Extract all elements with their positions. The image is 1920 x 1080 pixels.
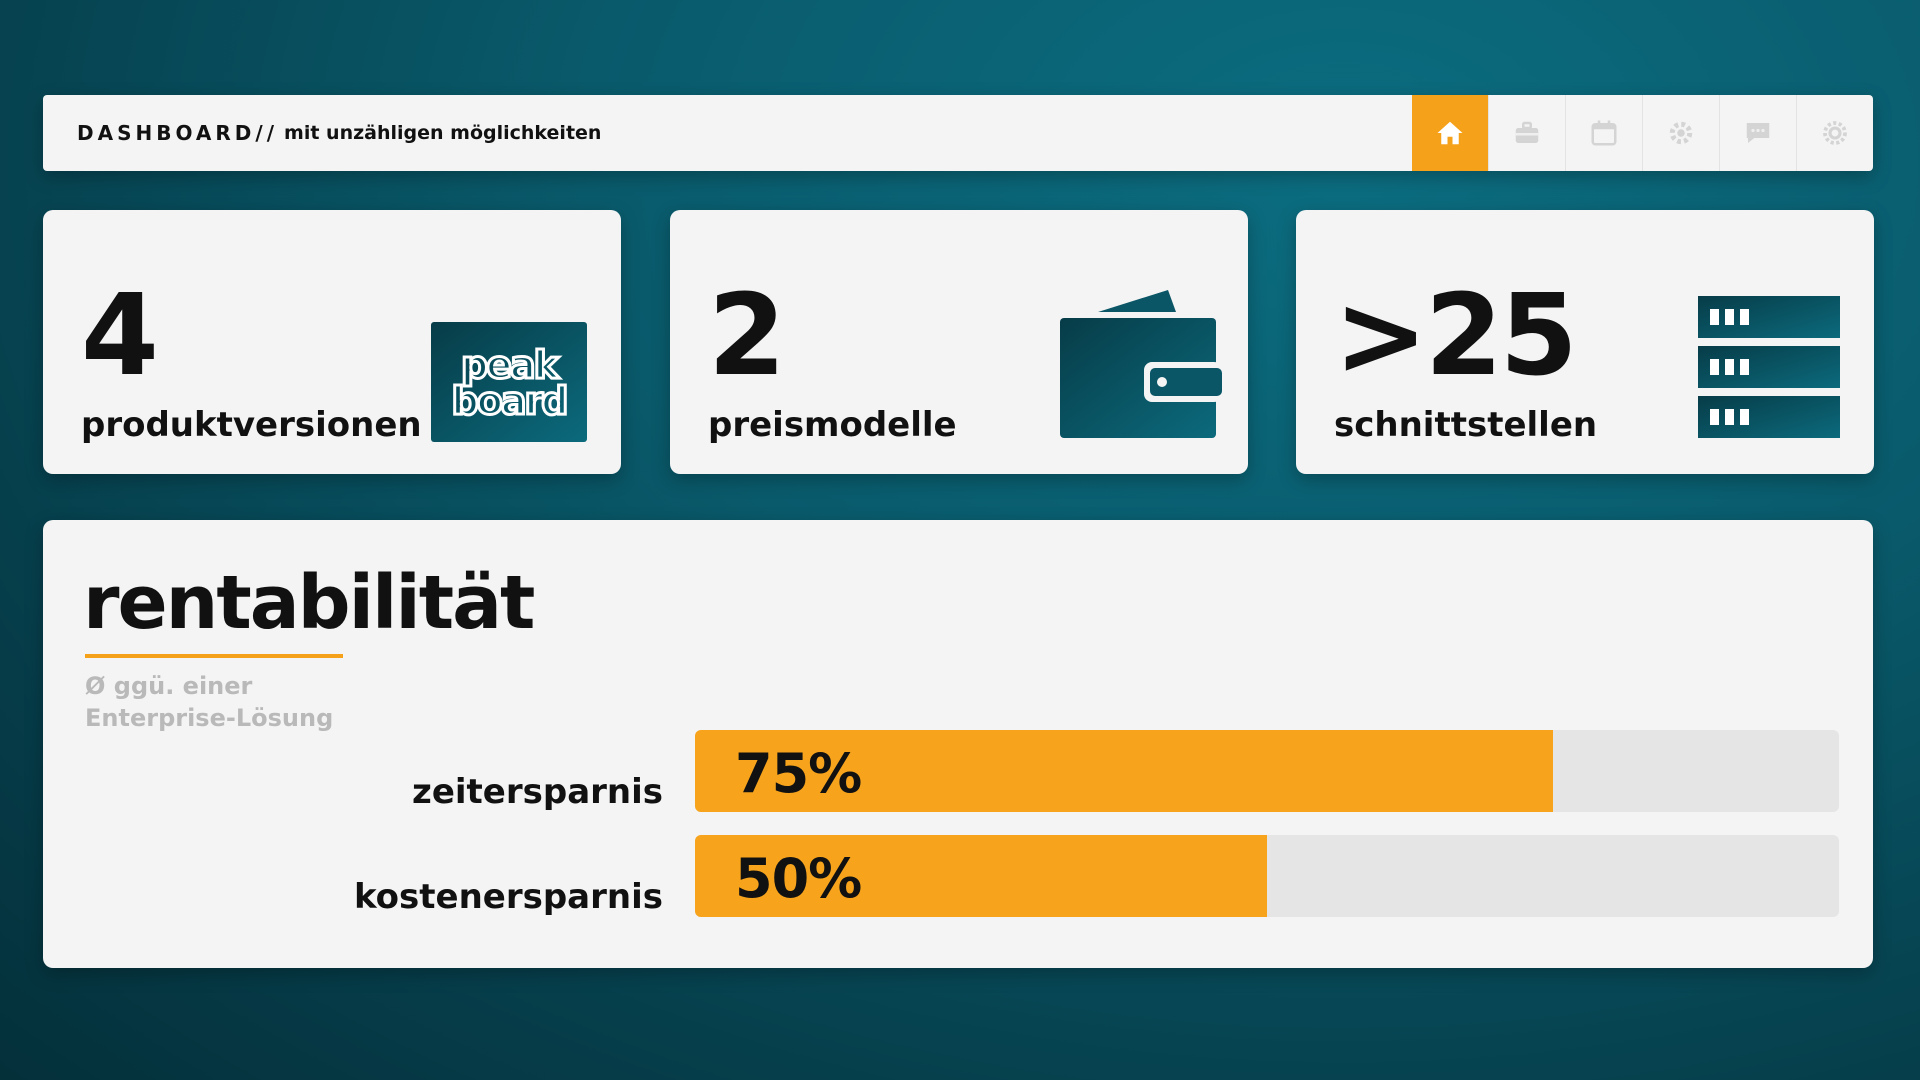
bar-track-kostenersparnis: 50% (695, 835, 1839, 917)
calendar-icon (1591, 120, 1617, 146)
server-icon (1698, 296, 1840, 438)
kpi-value: 2 (708, 271, 786, 401)
panel-subtitle: Ø ggü. einer Enterprise-Lösung (85, 670, 333, 734)
settings-icon (1823, 121, 1847, 145)
nav-calendar-button[interactable] (1565, 95, 1642, 171)
nav-icons (1412, 95, 1873, 171)
bar-track-zeitersparnis: 75% (695, 730, 1839, 812)
home-icon (1437, 121, 1463, 145)
title-underline (85, 654, 343, 658)
rentabilitaet-panel: rentabilität Ø ggü. einer Enterprise-Lös… (43, 520, 1873, 968)
kpi-value: 4 (81, 271, 159, 401)
brand-title: DASHBOARD// (77, 121, 279, 145)
kpi-label: produktversionen (81, 405, 422, 445)
kpi-card-schnittstellen: >25 schnittstellen (1296, 210, 1874, 474)
chat-icon (1746, 123, 1770, 143)
nav-briefcase-button[interactable] (1488, 95, 1565, 171)
top-bar: DASHBOARD// mit unzähligen möglichkeiten (43, 95, 1873, 171)
bar-label-kostenersparnis: kostenersparnis (353, 877, 663, 917)
kpi-card-preismodelle: 2 preismodelle (670, 210, 1248, 474)
bar-label-zeitersparnis: zeitersparnis (412, 772, 663, 812)
kpi-label: schnittstellen (1334, 405, 1598, 445)
kpi-label: preismodelle (708, 405, 957, 445)
nav-home-button[interactable] (1412, 95, 1488, 171)
briefcase-icon (1515, 121, 1539, 143)
bar-value-kostenersparnis: 50% (735, 847, 862, 910)
nav-settings-button[interactable] (1796, 95, 1873, 171)
peakboard-logo: peak board (431, 322, 587, 442)
nav-gear-button[interactable] (1642, 95, 1719, 171)
kpi-card-produktversionen: 4 produktversionen peak board (43, 210, 621, 474)
gear-icon (1669, 121, 1693, 145)
bar-value-zeitersparnis: 75% (735, 742, 862, 805)
kpi-value: >25 (1334, 271, 1578, 401)
brand-subtitle: mit unzähligen möglichkeiten (284, 122, 602, 144)
subtitle-line-2: Enterprise-Lösung (85, 704, 334, 732)
panel-title: rentabilität (83, 560, 535, 646)
svg-text:board: board (452, 379, 567, 423)
nav-chat-button[interactable] (1719, 95, 1796, 171)
brand: DASHBOARD// mit unzähligen möglichkeiten (77, 95, 601, 171)
wallet-icon (1060, 290, 1222, 438)
subtitle-line-1: Ø ggü. einer (85, 672, 253, 700)
